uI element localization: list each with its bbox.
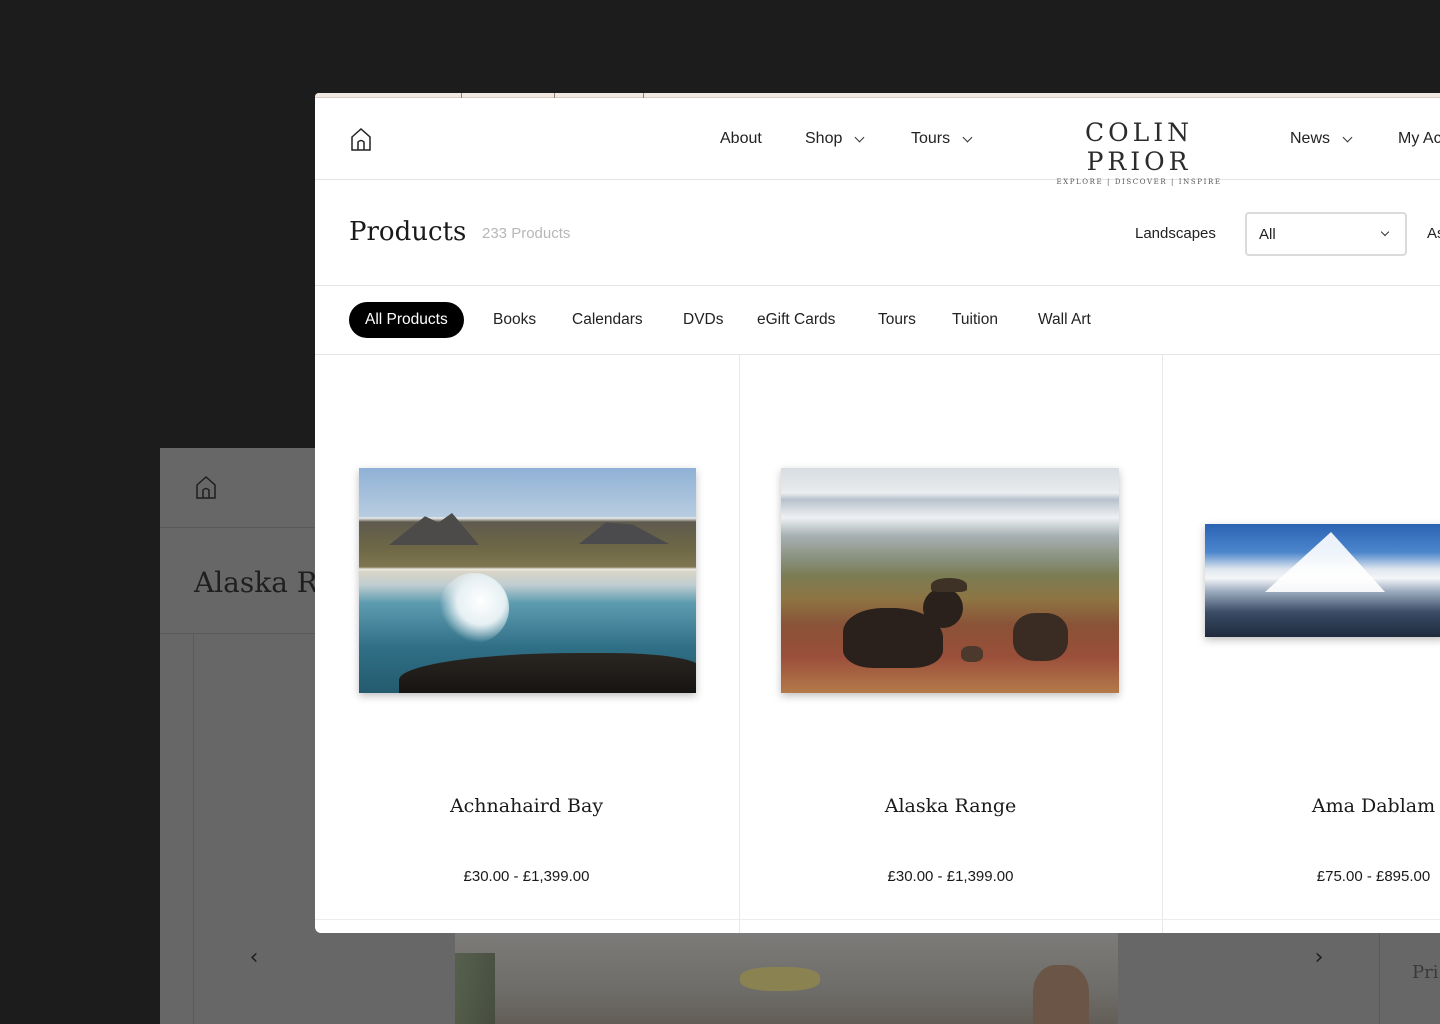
category-egift-cards[interactable]: eGift Cards (741, 302, 851, 338)
chevron-down-icon (962, 132, 973, 142)
product-card[interactable]: Ama Dablam £75.00 - £895.00 (1162, 355, 1440, 919)
chevron-left-icon[interactable]: ‹ (244, 947, 264, 969)
home-icon[interactable] (349, 126, 373, 152)
category-all-products[interactable]: All Products (349, 302, 464, 338)
divider (315, 919, 1440, 920)
chevron-down-icon (1380, 227, 1390, 237)
category-dvds[interactable]: DVDs (667, 302, 739, 338)
landscapes-filter-label: Landscapes (1135, 225, 1216, 242)
category-calendars[interactable]: Calendars (556, 302, 659, 338)
product-card[interactable]: Alaska Range £30.00 - £1,399.00 (739, 355, 1162, 919)
category-books[interactable]: Books (477, 302, 552, 338)
product-price: £75.00 - £895.00 (1316, 868, 1431, 885)
nav-about-label: About (720, 130, 762, 147)
product-name[interactable]: Ama Dablam (1162, 795, 1440, 817)
nav-my-account-label: My Ac (1398, 130, 1440, 147)
chevron-right-icon[interactable]: › (1309, 947, 1329, 969)
category-tuition[interactable]: Tuition (936, 302, 1014, 338)
second-filter-label: As (1427, 225, 1440, 242)
nav-about[interactable]: About (720, 130, 762, 148)
product-card[interactable]: Achnahaird Bay £30.00 - £1,399.00 (315, 355, 738, 919)
background-price-label: Pri (1412, 962, 1439, 983)
product-count: 233 Products (482, 225, 571, 242)
category-filter-bar: All Products Books Calendars DVDs eGift … (315, 287, 1440, 355)
landscapes-filter-select[interactable]: All (1245, 212, 1407, 256)
nav-shop[interactable]: Shop (805, 130, 865, 148)
site-logo[interactable]: COLIN PRIOR EXPLORE | DISCOVER | INSPIRE (1027, 118, 1251, 186)
product-image[interactable] (781, 468, 1119, 693)
product-name[interactable]: Achnahaird Bay (315, 795, 738, 817)
category-wall-art[interactable]: Wall Art (1022, 302, 1107, 338)
nav-tours[interactable]: Tours (911, 130, 973, 148)
background-product-image (455, 933, 1118, 1024)
home-icon[interactable] (194, 474, 218, 500)
nav-shop-label: Shop (805, 130, 843, 147)
products-window: About Shop Tours COLIN PRIOR EXPLORE | D… (315, 93, 1440, 933)
nav-tours-label: Tours (911, 130, 951, 147)
page-title: Products (349, 217, 467, 247)
product-name[interactable]: Alaska Range (739, 795, 1162, 817)
product-price: £30.00 - £1,399.00 (463, 868, 590, 885)
products-title-bar: Products 233 Products Landscapes All As (315, 181, 1440, 286)
filter-selected-value: All (1259, 225, 1276, 243)
nav-news[interactable]: News (1290, 130, 1353, 148)
chevron-down-icon (854, 132, 865, 142)
product-price: £30.00 - £1,399.00 (887, 868, 1014, 885)
nav-my-account[interactable]: My Ac (1398, 130, 1440, 148)
logo-name: COLIN PRIOR (1085, 118, 1193, 176)
product-grid: Achnahaird Bay £30.00 - £1,399.00 Alaska… (315, 355, 1440, 933)
chevron-down-icon (1342, 132, 1353, 142)
nav-news-label: News (1290, 130, 1331, 147)
product-image[interactable] (359, 468, 696, 693)
category-tours[interactable]: Tours (862, 302, 932, 338)
divider (193, 634, 194, 1024)
product-image[interactable] (1205, 524, 1440, 637)
site-header: About Shop Tours COLIN PRIOR EXPLORE | D… (315, 98, 1440, 186)
